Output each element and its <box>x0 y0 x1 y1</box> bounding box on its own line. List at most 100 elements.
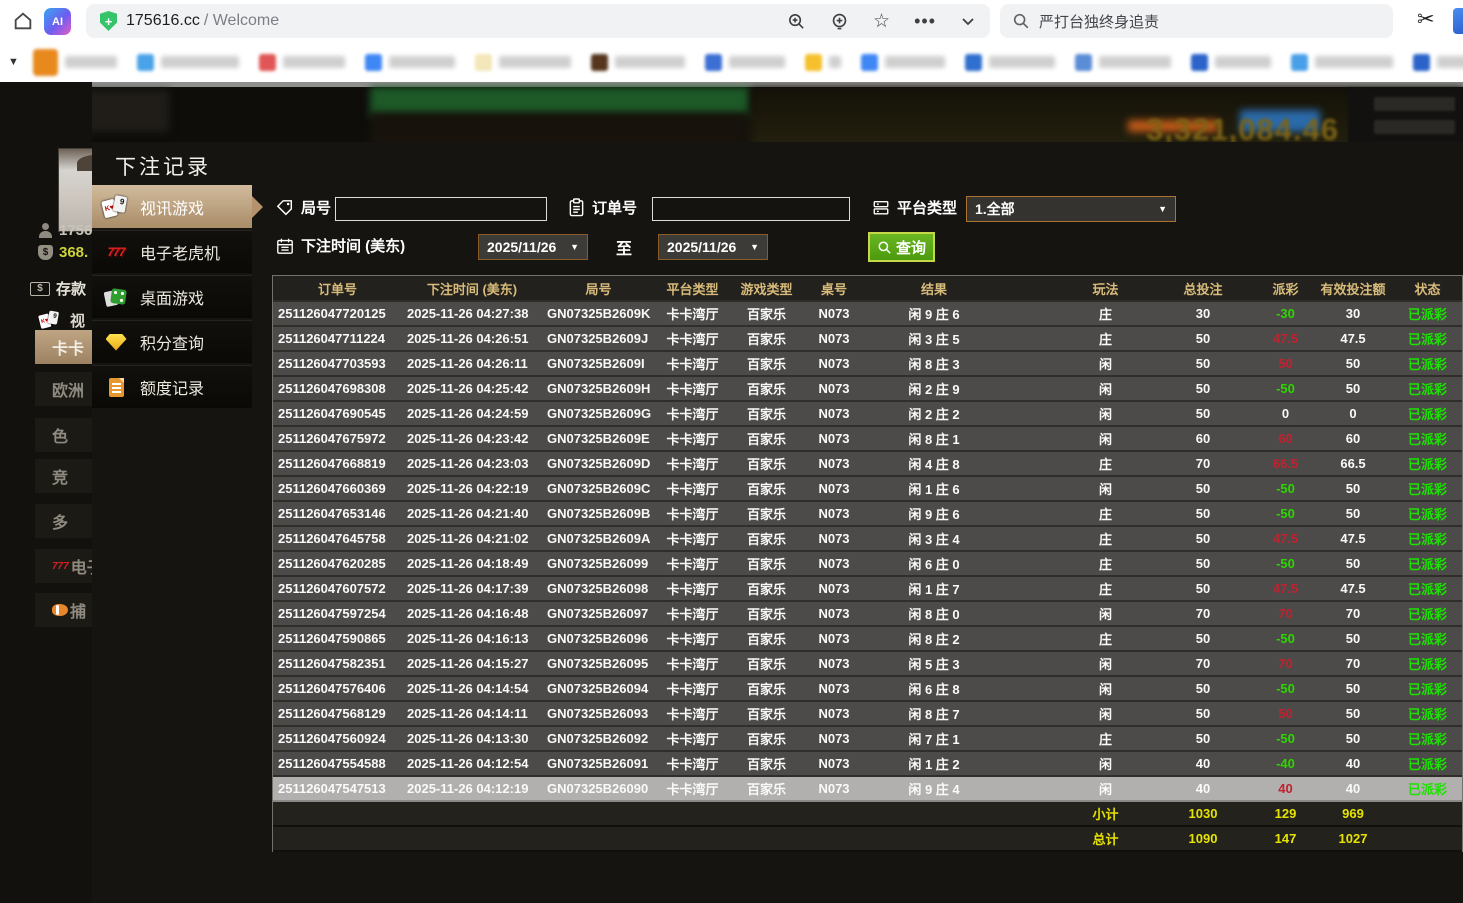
valid-bet: 30 <box>1313 306 1393 321</box>
address-bar[interactable]: + 175616.cc / Welcome ☆ ••• <box>86 4 990 38</box>
round-id: GN07325B2609H <box>542 381 655 396</box>
bookmarks-list <box>33 49 1463 76</box>
game-type: 百家乐 <box>730 779 803 798</box>
table-no: N073 <box>803 781 865 796</box>
order-id: 251126047690545 <box>273 406 402 421</box>
bookmark-item[interactable] <box>137 54 239 71</box>
table-row: 2511260476531462025-11-26 04:21:40GN0732… <box>273 502 1462 527</box>
total-bet: 50 <box>1148 331 1258 346</box>
query-button[interactable]: 查询 <box>868 232 935 262</box>
bg-nav-item[interactable]: 竞 <box>35 459 92 493</box>
table-row: 2511260477035932025-11-26 04:26:11GN0732… <box>273 352 1462 377</box>
summary-label: 小计 <box>1063 804 1148 823</box>
order-input[interactable] <box>652 197 850 221</box>
order-id: 251126047607572 <box>273 581 402 596</box>
bookmark-item[interactable] <box>1075 54 1171 71</box>
total-bet: 50 <box>1148 406 1258 421</box>
browser-search-box[interactable]: 严打台独终身追责 <box>1000 4 1393 38</box>
bookmark-label-blurred <box>885 56 945 68</box>
screenshot-scissors-icon[interactable]: ✂ <box>1417 7 1435 32</box>
bookmark-item[interactable] <box>33 49 117 76</box>
column-header: 派彩 <box>1258 279 1313 298</box>
bookmark-star-icon[interactable]: ☆ <box>873 10 890 33</box>
result: 闲 7 庄 1 <box>865 729 1003 748</box>
table-no: N073 <box>803 431 865 446</box>
status: 已派彩 <box>1393 454 1462 473</box>
menu-item-桌面游戏[interactable]: 桌面游戏 <box>92 275 252 318</box>
bookmark-item[interactable] <box>1291 54 1393 71</box>
bg-nav-item[interactable]: 多 <box>35 504 92 538</box>
video-games-label[interactable]: 视 <box>70 310 85 331</box>
bookmark-favicon <box>33 49 58 76</box>
result: 闲 8 庄 1 <box>865 429 1003 448</box>
more-options-icon[interactable]: ••• <box>914 11 936 32</box>
menu-item-电子老虎机[interactable]: 777电子老虎机 <box>92 230 252 273</box>
platform: 卡卡湾厅 <box>655 554 730 573</box>
bookmark-item[interactable] <box>965 54 1055 71</box>
bookmarks-caret-icon[interactable]: ▼ <box>8 56 19 68</box>
menu-item-额度记录[interactable]: 额度记录 <box>92 365 252 408</box>
zoom-in-icon[interactable] <box>787 12 806 31</box>
date-to-select[interactable]: 2025/11/26 ▼ <box>658 234 768 260</box>
bookmark-favicon <box>805 54 822 71</box>
bet-time: 2025-11-26 04:14:54 <box>402 681 542 696</box>
bet-side: 闲 <box>1063 379 1148 398</box>
fish-icon <box>52 604 68 616</box>
platform-select[interactable]: 1.全部 ▼ <box>966 196 1176 222</box>
payout: 47.5 <box>1258 581 1313 596</box>
url-domain: 175616.cc <box>126 12 200 30</box>
bookmark-item[interactable] <box>861 54 945 71</box>
search-icon <box>1012 12 1030 30</box>
bet-side: 闲 <box>1063 604 1148 623</box>
edge-extension-icon[interactable] <box>1453 8 1463 34</box>
bg-nav-item[interactable]: 欧洲 <box>35 372 92 406</box>
site-shield-icon[interactable]: + <box>100 11 117 31</box>
bg-nav-item[interactable]: 捕 <box>35 593 92 627</box>
deposit-icon: $ <box>30 282 50 296</box>
bookmark-item[interactable] <box>705 54 785 71</box>
translate-icon[interactable] <box>830 12 849 31</box>
bookmark-item[interactable] <box>1191 54 1271 71</box>
bg-nav-label: 电子 <box>71 554 92 578</box>
status: 已派彩 <box>1393 604 1462 623</box>
result: 闲 1 庄 2 <box>865 754 1003 773</box>
round-id: GN07325B26091 <box>542 756 655 771</box>
bookmark-favicon <box>365 54 382 71</box>
avatar[interactable] <box>58 148 92 232</box>
status: 已派彩 <box>1393 654 1462 673</box>
result: 闲 5 庄 3 <box>865 654 1003 673</box>
round-id: GN07325B2609K <box>542 306 655 321</box>
chevron-down-icon[interactable] <box>960 13 976 29</box>
platform: 卡卡湾厅 <box>655 629 730 648</box>
date-from-select[interactable]: 2025/11/26 ▼ <box>478 234 588 260</box>
platform: 卡卡湾厅 <box>655 404 730 423</box>
round-id: GN07325B2609A <box>542 531 655 546</box>
home-icon[interactable] <box>12 10 34 32</box>
round-input[interactable] <box>335 197 547 221</box>
table-row: 2511260476688192025-11-26 04:23:03GN0732… <box>273 452 1462 477</box>
status: 已派彩 <box>1393 504 1462 523</box>
table-no: N073 <box>803 331 865 346</box>
bookmark-item[interactable] <box>259 54 345 71</box>
table-row: 2511260476983082025-11-26 04:25:42GN0732… <box>273 377 1462 402</box>
bookmark-item[interactable] <box>475 54 571 71</box>
bg-nav-item[interactable]: 卡卡 <box>35 330 92 364</box>
menu-item-积分查询[interactable]: 积分查询 <box>92 320 252 363</box>
round-id: GN07325B26095 <box>542 656 655 671</box>
diamond-icon <box>106 334 127 351</box>
deposit-label[interactable]: 存款 <box>56 278 86 299</box>
menu-item-视讯游戏[interactable]: K♥9视讯游戏 <box>92 185 252 228</box>
bookmark-label-blurred <box>729 56 785 68</box>
bg-nav-item[interactable]: 色 <box>35 418 92 452</box>
round-id: GN07325B26097 <box>542 606 655 621</box>
bookmark-favicon <box>705 54 722 71</box>
game-type: 百家乐 <box>730 479 803 498</box>
bookmark-item[interactable] <box>1413 54 1463 71</box>
bg-nav-item[interactable]: 777电子 <box>35 549 92 583</box>
bookmark-favicon <box>861 54 878 71</box>
bookmark-item[interactable] <box>591 54 685 71</box>
bookmark-item[interactable] <box>805 54 841 71</box>
valid-bet: 40 <box>1313 781 1393 796</box>
bookmark-item[interactable] <box>365 54 455 71</box>
ai-extension-icon[interactable]: AI <box>44 8 71 35</box>
